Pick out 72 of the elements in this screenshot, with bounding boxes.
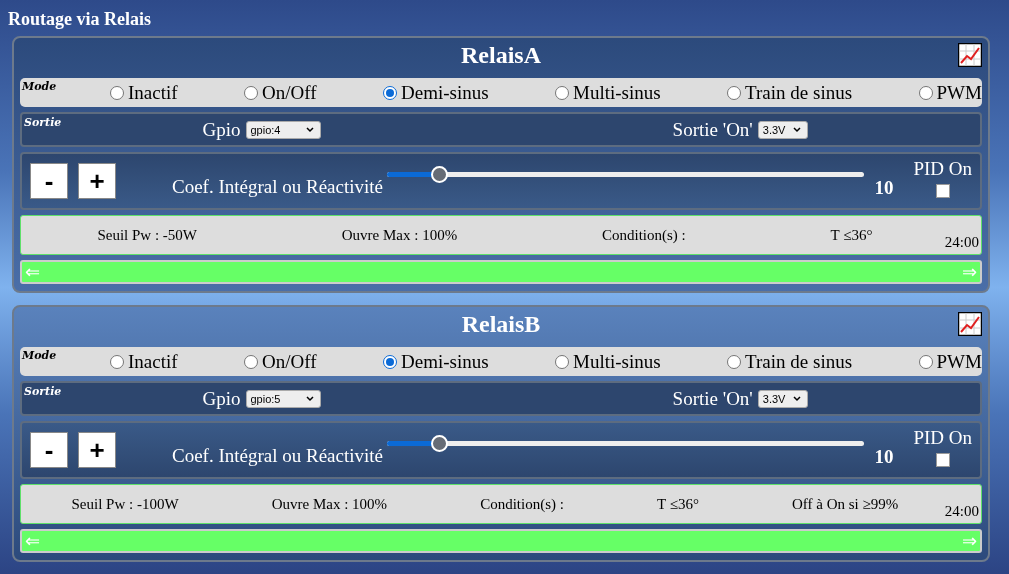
radio-button[interactable]: [110, 85, 124, 100]
slider-value: 10: [874, 446, 894, 468]
caret-icon: [793, 395, 802, 402]
status-text: Off à On si ≥99%: [792, 495, 899, 513]
time-text: 24:00: [944, 234, 979, 251]
minus-button[interactable]: -: [30, 163, 68, 199]
radio-button[interactable]: [727, 85, 742, 100]
caret-icon: [305, 126, 314, 133]
slider[interactable]: [387, 165, 865, 183]
row-label: Mode: [22, 80, 57, 93]
minus-button[interactable]: -: [30, 432, 68, 468]
slider-thumb[interactable]: [430, 165, 448, 183]
chart-icon[interactable]: [958, 43, 982, 67]
status-text: Condition(s) :: [602, 226, 686, 244]
plus-button[interactable]: +: [78, 163, 116, 199]
slider-value: 10: [874, 177, 894, 199]
radio-label[interactable]: On/Off: [262, 350, 317, 373]
radio-label[interactable]: PWM: [936, 81, 982, 104]
section-heading: Routage via Relais: [8, 8, 152, 30]
checkbox[interactable]: [935, 184, 950, 198]
radio-label[interactable]: Multi-sinus: [573, 81, 661, 104]
checkbox[interactable]: [935, 453, 950, 467]
slider-thumb[interactable]: [430, 434, 448, 452]
row-label: Sortie: [24, 385, 62, 398]
radio-button[interactable]: [244, 85, 258, 100]
radio-label[interactable]: Inactif: [128, 350, 178, 373]
radio-label[interactable]: Demi-sinus: [401, 81, 489, 104]
checkbox-label: PID On: [913, 158, 972, 180]
radio-label[interactable]: On/Off: [262, 81, 317, 104]
status-text: Ouvre Max : 100%: [271, 495, 388, 513]
dropdown[interactable]: gpio:5: [245, 389, 321, 408]
radio-label[interactable]: Inactif: [128, 81, 178, 104]
radio-label[interactable]: Demi-sinus: [401, 350, 489, 373]
radio-button[interactable]: [918, 85, 933, 100]
slider[interactable]: [387, 434, 865, 452]
status-text: T ≤36°: [657, 495, 699, 513]
row-label: Mode: [22, 349, 57, 362]
radio-button[interactable]: [383, 354, 397, 369]
radio-label[interactable]: Multi-sinus: [573, 350, 661, 373]
status-text: Ouvre Max : 100%: [341, 226, 458, 244]
field-label: Sortie 'On': [672, 387, 753, 410]
caret-icon: [305, 395, 314, 402]
dropdown[interactable]: 3.3V: [757, 120, 809, 139]
dropdown[interactable]: gpio:4: [245, 120, 321, 139]
slider-label: Coef. Intégral ou Réactivité: [172, 445, 384, 467]
radio-button[interactable]: [918, 354, 933, 369]
status-text: Seuil Pw : -50W: [97, 226, 197, 244]
relay-title: RelaisA: [461, 42, 541, 69]
chart-icon[interactable]: [958, 312, 982, 336]
dropdown[interactable]: 3.3V: [757, 389, 809, 408]
status-text: T ≤36°: [830, 226, 873, 244]
field-label: Gpio: [202, 118, 241, 141]
radio-label[interactable]: PWM: [936, 350, 982, 373]
field-label: Sortie 'On': [672, 118, 753, 141]
slider-label: Coef. Intégral ou Réactivité: [172, 176, 384, 198]
radio-label[interactable]: Train de sinus: [745, 350, 853, 373]
status-text: Condition(s) :: [480, 495, 564, 513]
radio-button[interactable]: [244, 354, 258, 369]
radio-button[interactable]: [727, 354, 742, 369]
radio-button[interactable]: [383, 85, 397, 100]
relay-title: RelaisB: [461, 311, 541, 338]
time-text: 24:00: [944, 503, 979, 520]
radio-label[interactable]: Train de sinus: [745, 81, 853, 104]
row-label: Sortie: [24, 116, 62, 129]
status-text: Seuil Pw : -100W: [71, 495, 179, 513]
field-label: Gpio: [202, 387, 241, 410]
radio-button[interactable]: [555, 354, 570, 369]
checkbox-label: PID On: [913, 427, 972, 449]
caret-icon: [793, 126, 802, 133]
plus-button[interactable]: +: [78, 432, 116, 468]
radio-button[interactable]: [555, 85, 570, 100]
radio-button[interactable]: [110, 354, 124, 369]
